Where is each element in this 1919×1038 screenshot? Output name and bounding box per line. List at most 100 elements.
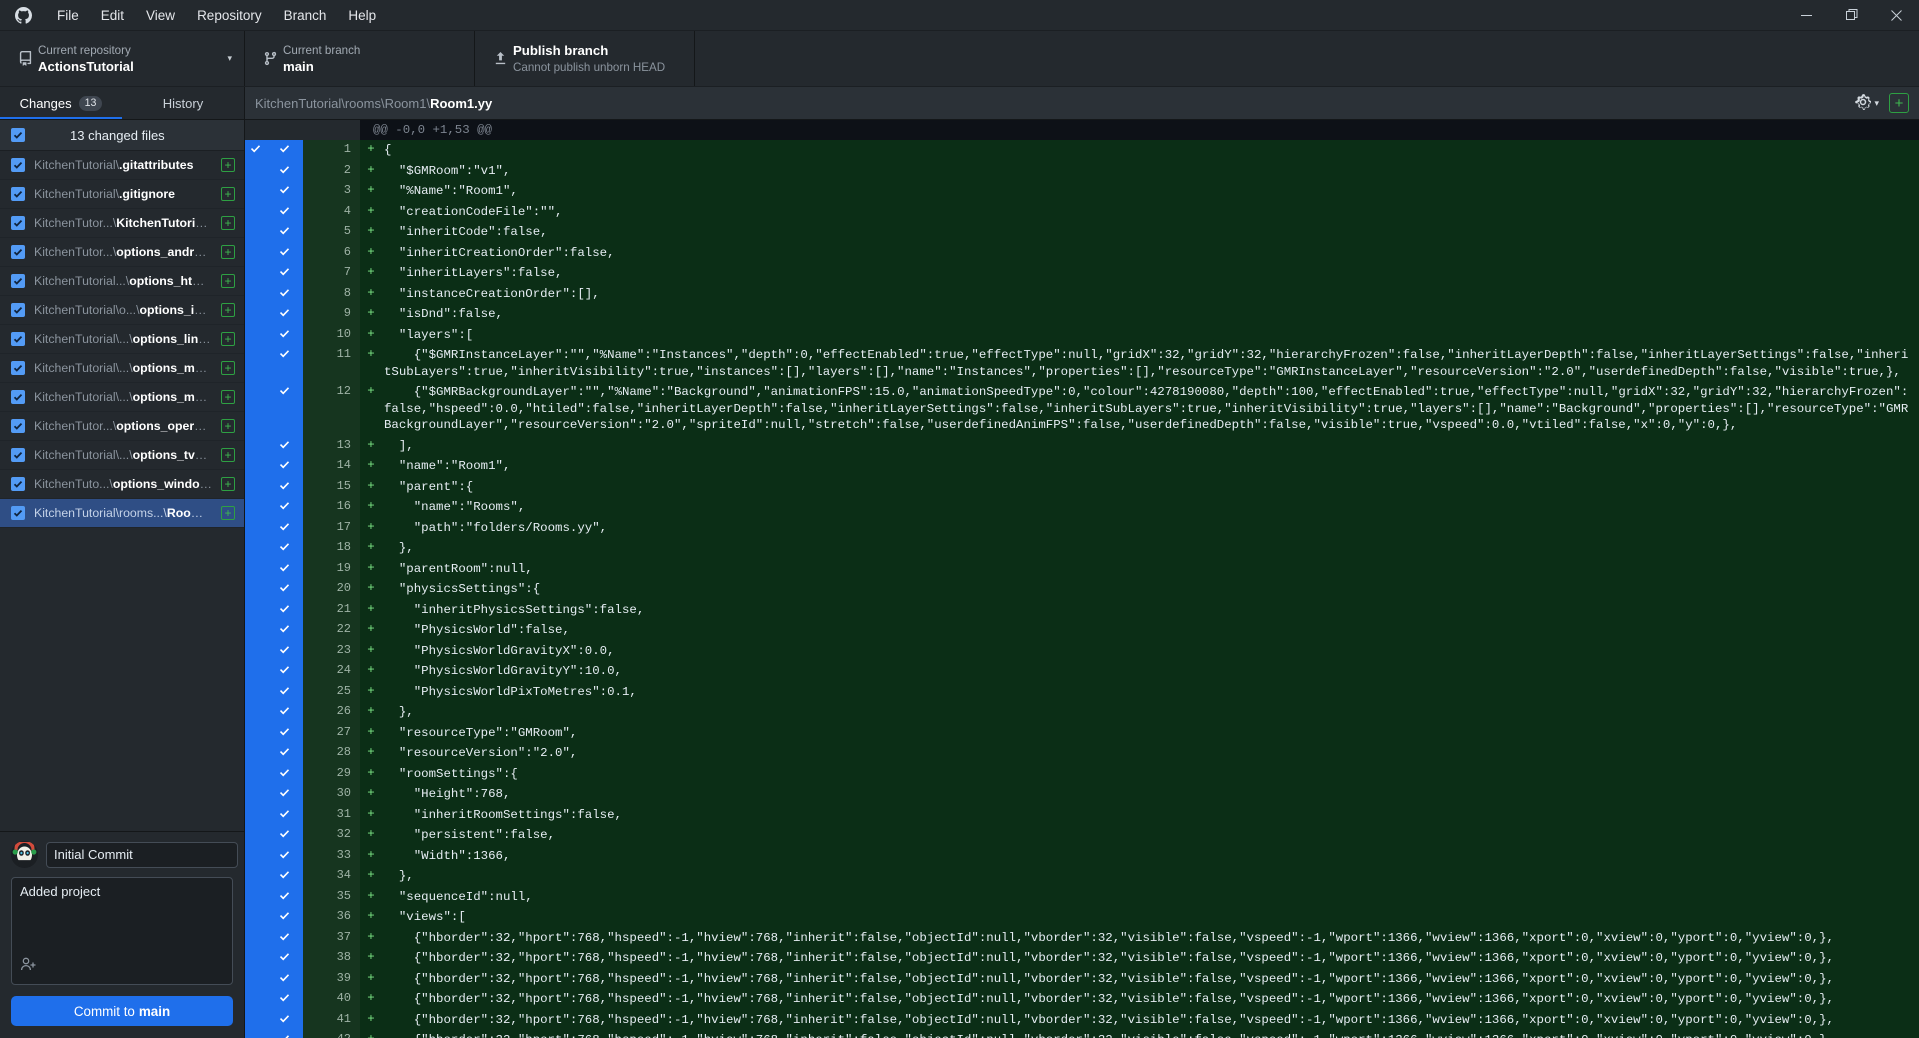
current-repository-button[interactable]: Current repository ActionsTutorial ▾ (0, 31, 245, 86)
menu-edit[interactable]: Edit (90, 0, 135, 31)
file-stage-checkbox[interactable] (11, 187, 25, 201)
diff-line-select[interactable] (245, 825, 265, 846)
diff-line[interactable]: 34 + }, (245, 866, 1919, 887)
diff-line[interactable]: 30 + "Height":768, (245, 784, 1919, 805)
diff-line-select[interactable] (245, 140, 265, 161)
diff-line[interactable]: 11 + {"$GMRInstanceLayer":"","%Name":"Ins… (245, 345, 1919, 382)
chevron-down-icon[interactable]: ▾ (1874, 98, 1879, 109)
diff-line-checkbox[interactable] (265, 886, 303, 907)
diff-line-select[interactable] (245, 661, 265, 682)
diff-line[interactable]: 23 + "PhysicsWorldGravityX":0.0, (245, 640, 1919, 661)
diff-line-checkbox[interactable] (265, 382, 303, 436)
diff-line-checkbox[interactable] (265, 263, 303, 284)
diff-line[interactable]: 38 + {"hborder":32,"hport":768,"hspeed":-… (245, 948, 1919, 969)
diff-line-checkbox[interactable] (265, 324, 303, 345)
diff-line-checkbox[interactable] (265, 927, 303, 948)
diff-line[interactable]: 13 + ], (245, 435, 1919, 456)
diff-line[interactable]: 6 + "inheritCreationOrder":false, (245, 242, 1919, 263)
diff-line-select[interactable] (245, 722, 265, 743)
file-row[interactable]: KitchenTutorial\rooms...\Room1.yy + (0, 499, 244, 528)
file-row[interactable]: KitchenTutorial\o...\options_ios.yy + (0, 296, 244, 325)
file-stage-checkbox[interactable] (11, 390, 25, 404)
diff-content[interactable]: @@ -0,0 +1,53 @@ 1 +{2 + "$GMRoom":"v1", 3 +… (245, 120, 1919, 1038)
diff-line-select[interactable] (245, 620, 265, 641)
diff-line[interactable]: 19 + "parentRoom":null, (245, 558, 1919, 579)
file-stage-checkbox[interactable] (11, 216, 25, 230)
diff-line[interactable]: 8 + "instanceCreationOrder":[], (245, 283, 1919, 304)
diff-line[interactable]: 31 + "inheritRoomSettings":false, (245, 804, 1919, 825)
diff-line-checkbox[interactable] (265, 304, 303, 325)
diff-line[interactable]: 27 + "resourceType":"GMRoom", (245, 722, 1919, 743)
diff-line-checkbox[interactable] (265, 722, 303, 743)
diff-line-select[interactable] (245, 497, 265, 518)
diff-line-select[interactable] (245, 804, 265, 825)
diff-line-select[interactable] (245, 517, 265, 538)
publish-branch-button[interactable]: Publish branch Cannot publish unborn HEA… (475, 31, 695, 86)
file-stage-checkbox[interactable] (11, 361, 25, 375)
diff-line[interactable]: 26 + }, (245, 702, 1919, 723)
diff-line[interactable]: 3 + "%Name":"Room1", (245, 181, 1919, 202)
commit-summary-input[interactable] (46, 841, 238, 868)
file-row[interactable]: KitchenTutorial\...\options_tvos.yy + (0, 441, 244, 470)
diff-line-select[interactable] (245, 989, 265, 1010)
menu-view[interactable]: View (135, 0, 186, 31)
menu-file[interactable]: File (46, 0, 90, 31)
file-stage-checkbox[interactable] (11, 274, 25, 288)
diff-line-select[interactable] (245, 599, 265, 620)
diff-line-checkbox[interactable] (265, 845, 303, 866)
diff-line-checkbox[interactable] (265, 948, 303, 969)
file-stage-checkbox[interactable] (11, 419, 25, 433)
diff-line-checkbox[interactable] (265, 181, 303, 202)
diff-line-checkbox[interactable] (265, 140, 303, 161)
diff-line-checkbox[interactable] (265, 599, 303, 620)
diff-line-select[interactable] (245, 743, 265, 764)
diff-line-checkbox[interactable] (265, 804, 303, 825)
diff-line[interactable]: 22 + "PhysicsWorld":false, (245, 620, 1919, 641)
diff-line-select[interactable] (245, 435, 265, 456)
tab-changes[interactable]: Changes 13 (0, 87, 122, 119)
diff-line[interactable]: 41 + {"hborder":32,"hport":768,"hspeed":-… (245, 1009, 1919, 1030)
diff-line-checkbox[interactable] (265, 242, 303, 263)
diff-line[interactable]: 37 + {"hborder":32,"hport":768,"hspeed":-… (245, 927, 1919, 948)
diff-line-select[interactable] (245, 181, 265, 202)
diff-line[interactable]: 32 + "persistent":false, (245, 825, 1919, 846)
diff-line-select[interactable] (245, 763, 265, 784)
file-stage-checkbox[interactable] (11, 332, 25, 346)
diff-line-checkbox[interactable] (265, 497, 303, 518)
diff-line-select[interactable] (245, 345, 265, 382)
file-stage-checkbox[interactable] (11, 158, 25, 172)
diff-line-checkbox[interactable] (265, 456, 303, 477)
diff-line[interactable]: 36 + "views":[ (245, 907, 1919, 928)
diff-line-select[interactable] (245, 324, 265, 345)
diff-line-checkbox[interactable] (265, 907, 303, 928)
file-row[interactable]: KitchenTuto...\options_windows.yy + (0, 470, 244, 499)
file-row[interactable]: KitchenTutor...\KitchenTutorial.yyp + (0, 209, 244, 238)
diff-line[interactable]: 1 +{ (245, 140, 1919, 161)
diff-line-checkbox[interactable] (265, 222, 303, 243)
diff-line[interactable]: 33 + "Width":1366, (245, 845, 1919, 866)
diff-line-checkbox[interactable] (265, 435, 303, 456)
diff-line-checkbox[interactable] (265, 1009, 303, 1030)
diff-line-checkbox[interactable] (265, 517, 303, 538)
diff-line[interactable]: 5 + "inheritCode":false, (245, 222, 1919, 243)
diff-line-checkbox[interactable] (265, 763, 303, 784)
diff-line[interactable]: 28 + "resourceVersion":"2.0", (245, 743, 1919, 764)
diff-line[interactable]: 25 + "PhysicsWorldPixToMetres":0.1, (245, 681, 1919, 702)
diff-line-checkbox[interactable] (265, 866, 303, 887)
file-row[interactable]: KitchenTutorial\...\options_linux.yy + (0, 325, 244, 354)
diff-line-select[interactable] (245, 907, 265, 928)
file-row[interactable]: KitchenTutorial\.gitignore + (0, 180, 244, 209)
diff-line[interactable]: 18 + }, (245, 538, 1919, 559)
file-row[interactable]: KitchenTutorial\...\options_mac.yy + (0, 354, 244, 383)
diff-line-checkbox[interactable] (265, 989, 303, 1010)
diff-line-select[interactable] (245, 263, 265, 284)
file-row[interactable]: KitchenTutorial...\options_html5.yy + (0, 267, 244, 296)
diff-line-select[interactable] (245, 201, 265, 222)
diff-line-checkbox[interactable] (265, 743, 303, 764)
diff-line-select[interactable] (245, 242, 265, 263)
diff-line[interactable]: 40 + {"hborder":32,"hport":768,"hspeed":-… (245, 989, 1919, 1010)
diff-line-checkbox[interactable] (265, 968, 303, 989)
diff-line-select[interactable] (245, 382, 265, 436)
file-stage-checkbox[interactable] (11, 303, 25, 317)
diff-line-select[interactable] (245, 784, 265, 805)
